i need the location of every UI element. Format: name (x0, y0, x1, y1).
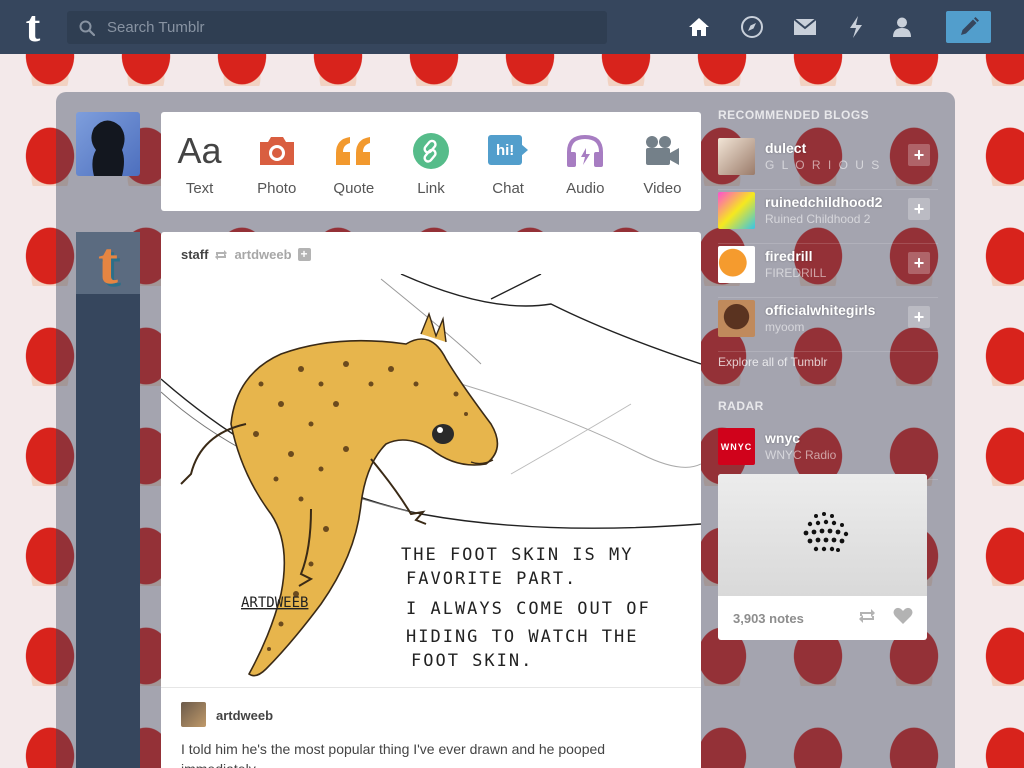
artist-signature: ARTDWEEB (241, 595, 308, 611)
search-input[interactable] (107, 19, 587, 36)
post-type-text[interactable]: Aa Text (161, 112, 238, 211)
right-sidebar: RECOMMENDED BLOGS dulect G L O R I O U S… (718, 108, 938, 640)
post-header: staff artdweeb + (181, 247, 311, 262)
activity-icon[interactable] (842, 14, 870, 40)
pencil-icon (960, 17, 979, 35)
explore-icon[interactable] (738, 14, 766, 40)
post-type-label: Link (417, 180, 445, 197)
follow-plus-button[interactable]: + (297, 248, 311, 261)
blog-avatar[interactable] (718, 246, 755, 283)
blog-subtitle: myoom (765, 320, 805, 334)
recommended-blog-row[interactable]: ruinedchildhood2 Ruined Childhood 2 + (718, 190, 938, 244)
post-type-audio[interactable]: Audio (547, 112, 624, 211)
post-type-label: Quote (333, 180, 375, 197)
account-icon[interactable] (888, 14, 916, 40)
post-author-link[interactable]: staff (181, 247, 208, 262)
caption-line: FOOT SKIN. (411, 651, 533, 671)
post-type-chat[interactable]: hi! Chat (470, 112, 547, 211)
inbox-icon[interactable] (791, 14, 819, 40)
radar-title: RADAR (718, 399, 764, 413)
recommended-blog-row[interactable]: dulect G L O R I O U S + (718, 136, 938, 190)
chat-icon: hi! (488, 130, 529, 172)
video-camera-icon (643, 130, 681, 172)
blog-name[interactable]: firedrill (765, 248, 812, 264)
link-icon (412, 130, 449, 172)
reblog-user-link[interactable]: artdweeb (216, 708, 273, 723)
wnyc-logo[interactable]: WNYC (718, 428, 755, 465)
staff-avatar[interactable]: t (76, 232, 140, 294)
post-type-label: Photo (257, 180, 297, 197)
explore-tumblr-link[interactable]: Explore all of Tumblr (718, 355, 827, 369)
tumblr-logo[interactable]: t (16, 5, 50, 49)
heart-icon[interactable] (893, 607, 913, 625)
reblogged-from-link[interactable]: artdweeb (234, 247, 291, 262)
left-avatar-rail (76, 232, 140, 768)
recommended-blogs-title: RECOMMENDED BLOGS (718, 108, 870, 122)
reblog-user-avatar[interactable] (181, 702, 206, 727)
camera-icon (258, 130, 296, 172)
radar-post-card: 3,903 notes (718, 474, 927, 640)
text-icon: Aa (177, 130, 222, 171)
follow-blog-button[interactable]: + (908, 144, 930, 166)
search-icon (67, 20, 107, 36)
radar-post-actions (857, 607, 913, 625)
blog-name[interactable]: officialwhitegirls (765, 302, 875, 318)
search-box[interactable] (67, 11, 607, 44)
post-type-quote[interactable]: Quote (315, 112, 392, 211)
radar-post-image[interactable] (718, 474, 927, 596)
quote-icon (334, 130, 374, 172)
notes-count[interactable]: 3,903 notes (733, 611, 804, 626)
post-type-label: Chat (492, 180, 524, 197)
reblog-icon (215, 249, 228, 260)
radar-blog-row[interactable]: WNYC wnyc WNYC Radio (718, 426, 938, 480)
post-type-bar: Aa Text Photo Quote Link hi! Chat Audio … (161, 112, 701, 211)
recommended-blog-row[interactable]: firedrill FIREDRILL + (718, 244, 938, 298)
blog-subtitle: Ruined Childhood 2 (765, 212, 871, 226)
follow-blog-button[interactable]: + (908, 252, 930, 274)
top-navigation-bar: t (0, 0, 1024, 54)
caption-line: FAVORITE PART. (406, 569, 577, 589)
compose-button[interactable] (946, 11, 991, 43)
caption-line: THE FOOT SKIN IS MY (401, 545, 633, 565)
blog-subtitle: FIREDRILL (765, 266, 827, 280)
blog-name[interactable]: dulect (765, 140, 806, 156)
post-body-text: I told him he's the most popular thing I… (181, 741, 606, 768)
blog-subtitle: G L O R I O U S (765, 158, 882, 172)
post-type-label: Text (185, 180, 214, 197)
blog-name[interactable]: ruinedchildhood2 (765, 194, 882, 210)
post-type-photo[interactable]: Photo (238, 112, 315, 211)
caption-line: HIDING TO WATCH THE (406, 627, 638, 647)
post-divider (161, 687, 701, 688)
blog-subtitle: WNYC Radio (765, 448, 837, 462)
headphones-icon (565, 130, 605, 172)
user-avatar[interactable] (76, 112, 140, 176)
recommended-blog-row[interactable]: officialwhitegirls myoom + (718, 298, 938, 352)
post-type-label: Audio (566, 180, 605, 197)
blog-name[interactable]: wnyc (765, 430, 800, 446)
blog-avatar[interactable] (718, 300, 755, 337)
dashboard-post: staff artdweeb + THE FOOT SKIN IS MY FAV… (161, 232, 701, 768)
follow-blog-button[interactable]: + (908, 306, 930, 328)
reblog-icon[interactable] (857, 608, 877, 624)
follow-blog-button[interactable]: + (908, 198, 930, 220)
post-type-video[interactable]: Video (624, 112, 701, 211)
blog-avatar[interactable] (718, 192, 755, 229)
blog-avatar[interactable] (718, 138, 755, 175)
gecko-drawing-image[interactable]: THE FOOT SKIN IS MY FAVORITE PART. I ALW… (161, 274, 701, 684)
caption-line: I ALWAYS COME OUT OF (406, 599, 651, 619)
post-type-label: Video (643, 180, 682, 197)
post-type-link[interactable]: Link (392, 112, 469, 211)
home-icon[interactable] (685, 14, 713, 40)
